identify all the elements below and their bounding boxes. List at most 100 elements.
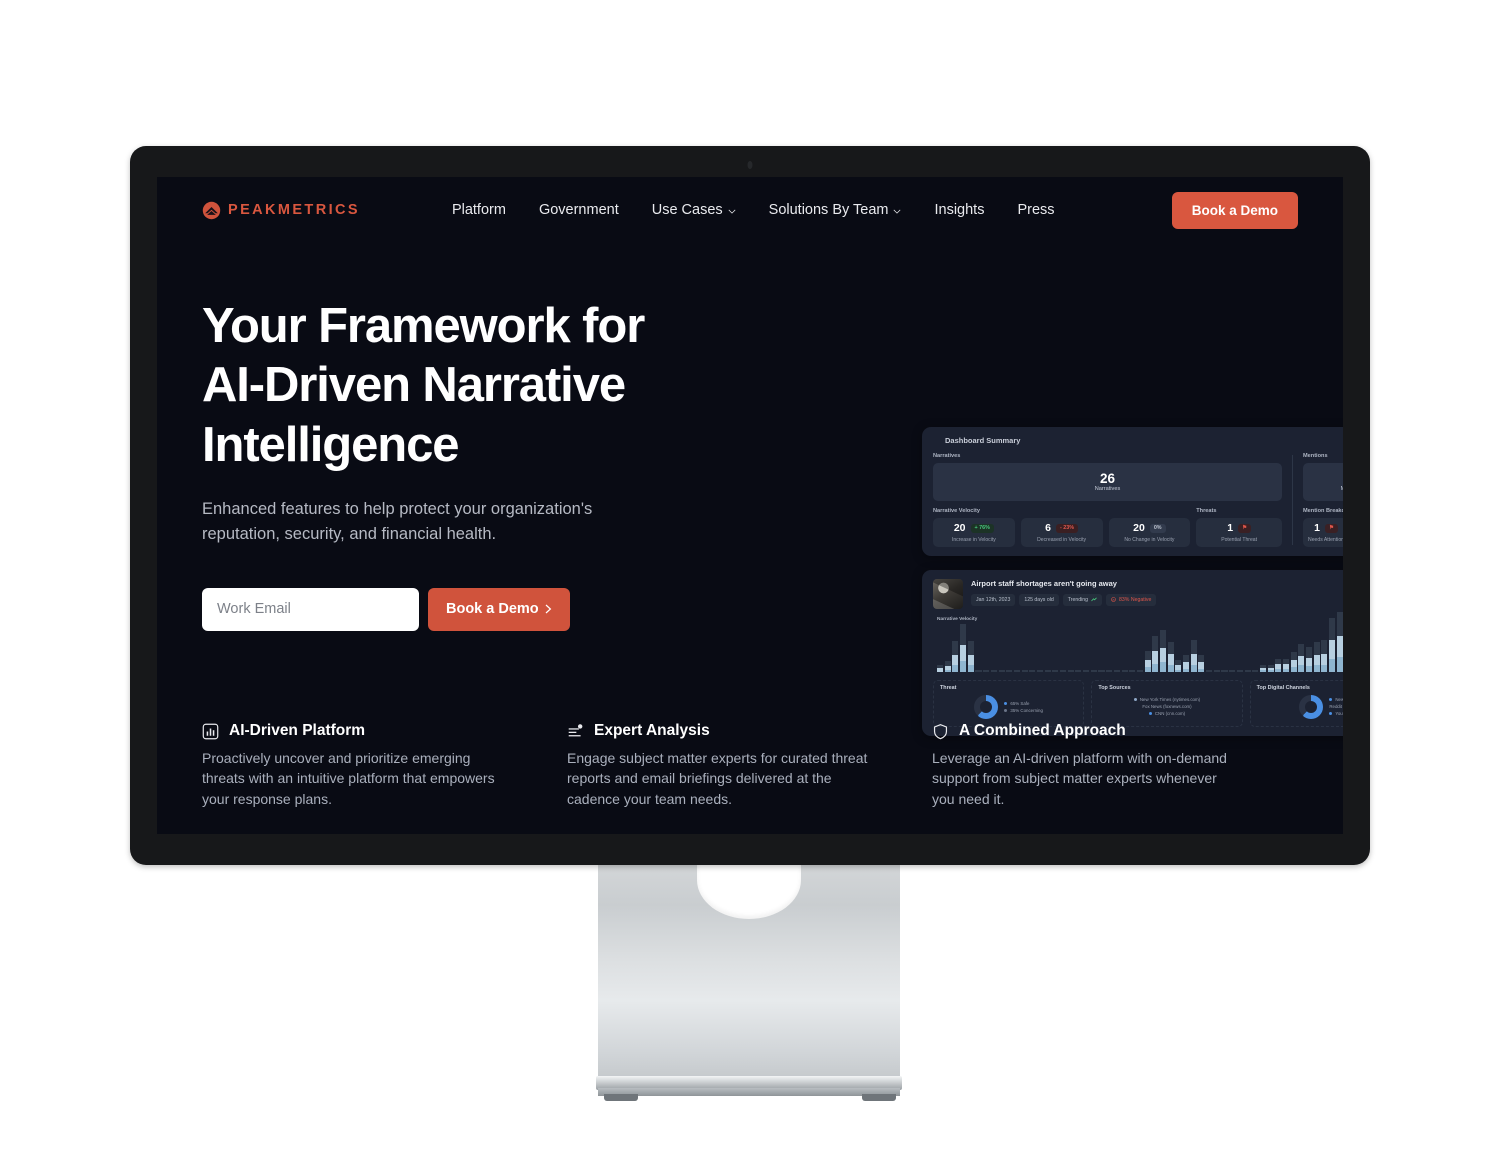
flag-icon: ⚑: [1238, 523, 1251, 533]
chart-bar-segment: [1121, 670, 1128, 672]
chart-bar-segment: [960, 623, 967, 645]
chip-label: 83% Negative: [1119, 596, 1152, 603]
hero-book-a-demo-button[interactable]: Book a Demo: [428, 587, 570, 631]
kpi-value: 20: [1133, 522, 1145, 534]
chip-sentiment[interactable]: 83% Negative: [1106, 593, 1157, 606]
chip-label: 125 days old: [1024, 596, 1054, 603]
chart-bar: [1075, 670, 1082, 672]
chart-bar: [1136, 670, 1143, 672]
chart-bar-segment: [1144, 667, 1151, 672]
chart-bar-segment: [1298, 665, 1305, 672]
page-root: PEAKMETRICS Platform Government Use Case…: [0, 0, 1500, 1151]
nav-item-government[interactable]: Government: [539, 202, 619, 218]
donut-chart-icon: [1299, 694, 1324, 719]
chart-bar-segment: [944, 670, 951, 672]
top-sources-widget[interactable]: Top Sources New York Times (nytimes.com)…: [1091, 679, 1243, 727]
chart-bar: [1236, 670, 1243, 672]
hero-title-line-1: Your Framework for: [202, 299, 645, 353]
chart-bar-segment: [1090, 670, 1097, 672]
chip-trending[interactable]: Trending: [1062, 593, 1103, 606]
chart-bar-segment: [1329, 617, 1336, 640]
flag-icon: ⚑: [1325, 523, 1338, 533]
chart-bar-segment: [1329, 659, 1336, 672]
chart-bar-segment: [1167, 654, 1174, 665]
brand-logo[interactable]: PEAKMETRICS: [202, 201, 360, 220]
chart-bar: [1052, 670, 1059, 672]
top-digital-channels-widget[interactable]: Top Digital Channels News Reddit: [1249, 679, 1343, 727]
legend-label: 35% Concerning: [1010, 707, 1043, 713]
kpi-no-change-in-velocity[interactable]: 20 0% No Change in Velocity: [1108, 518, 1191, 547]
feature-title: Expert Analysis: [594, 722, 710, 739]
chart-bar-segment: [952, 665, 959, 672]
chart-bar: [1267, 664, 1274, 672]
monitor-stand-notch: [697, 863, 801, 919]
nav-item-label: Press: [1017, 202, 1055, 218]
kpi-caption: No Change in Velocity: [1124, 536, 1175, 543]
monitor-foot-right: [862, 1094, 896, 1101]
grid-icon: [933, 438, 939, 444]
chart-bar: [1060, 670, 1067, 672]
legend-label: News: [1335, 697, 1343, 702]
kpi-decreased-in-velocity[interactable]: 6 - 23% Decreased in Velocity: [1020, 518, 1103, 547]
chip-age[interactable]: 125 days old: [1019, 593, 1059, 606]
chart-bar-segment: [1267, 670, 1274, 672]
kpi-potential-threat[interactable]: 1 ⚑ Potential Threat: [1196, 518, 1282, 547]
status-badge: - 23%: [1056, 523, 1079, 533]
chart-bar: [1013, 670, 1020, 672]
chart-bar-segment: [1013, 670, 1020, 672]
chart-bar-segment: [1144, 650, 1151, 660]
nav-item-platform[interactable]: Platform: [452, 202, 506, 218]
narratives-metric-tile[interactable]: 26 Narratives: [933, 463, 1282, 501]
nav-item-insights[interactable]: Insights: [934, 202, 984, 218]
chart-bar: [937, 664, 944, 672]
kpi-caption: Increase in Velocity: [951, 536, 996, 543]
chart-bar: [1021, 670, 1028, 672]
chart-bar: [967, 641, 974, 672]
feature-title: AI-Driven Platform: [229, 722, 366, 739]
nav-item-solutions-by-team[interactable]: Solutions By Team: [769, 202, 902, 218]
nav-item-use-cases[interactable]: Use Cases: [652, 202, 736, 218]
chart-bar: [960, 623, 967, 672]
chart-bar: [1113, 670, 1120, 672]
legend-item: News: [1329, 697, 1343, 702]
chart-bar-segment: [1036, 670, 1044, 672]
chart-bar: [1206, 669, 1213, 672]
chart-bar: [1159, 630, 1167, 672]
hero-cta-label: Book a Demo: [446, 601, 539, 618]
chart-bar-segment: [967, 641, 974, 655]
status-badge: 0%: [1149, 523, 1166, 533]
chart-bar: [1106, 670, 1113, 672]
legend-item: 65% Safe: [1004, 701, 1042, 706]
feature-columns: AI-Driven Platform Proactively uncover a…: [202, 722, 1298, 809]
dashboard-summary-title: Dashboard Summary: [945, 436, 1021, 445]
nav-item-press[interactable]: Press: [1017, 202, 1054, 218]
threat-widget[interactable]: Threat 65% Safe 35% Concerning: [933, 679, 1085, 727]
chart-bar-segment: [1021, 670, 1028, 672]
chart-bar: [1282, 659, 1290, 672]
chart-bar-segment: [1259, 670, 1266, 672]
chart-bar: [944, 661, 951, 672]
sentiment-icon: [1111, 597, 1116, 602]
chart-bar-segment: [1244, 670, 1251, 672]
chart-bar: [1090, 670, 1097, 672]
narrative-velocity-label: Narrative Velocity: [933, 508, 980, 514]
chart-bar: [1329, 617, 1336, 672]
kpi-caption: Potential Threat: [1221, 536, 1258, 543]
expert-analysis-icon: [568, 723, 583, 736]
chip-date[interactable]: Jan 12th, 2023: [971, 593, 1016, 606]
chart-bar: [1336, 612, 1343, 672]
kpi-increase-in-velocity[interactable]: 20 + 76% Increase in Velocity: [933, 518, 1015, 547]
chart-bar-segment: [1152, 651, 1159, 664]
kpi-needs-attention[interactable]: 1 ⚑ Needs Attention: [1303, 518, 1343, 547]
bar-chart-square-icon: [202, 723, 219, 739]
chart-bar-segment: [1167, 664, 1174, 672]
chevron-down-icon: [894, 209, 901, 214]
chart-bar-segment: [967, 665, 974, 672]
narrative-title: Airport staff shortages aren't going awa…: [971, 578, 1117, 588]
nav-item-label: Insights: [934, 202, 985, 218]
work-email-input[interactable]: [202, 587, 419, 631]
nav-book-a-demo-button[interactable]: Book a Demo: [1171, 191, 1298, 229]
chart-bar: [1029, 670, 1036, 672]
chart-bar: [1290, 652, 1297, 672]
mentions-metric-tile[interactable]: 4 Mentions: [1303, 463, 1343, 501]
